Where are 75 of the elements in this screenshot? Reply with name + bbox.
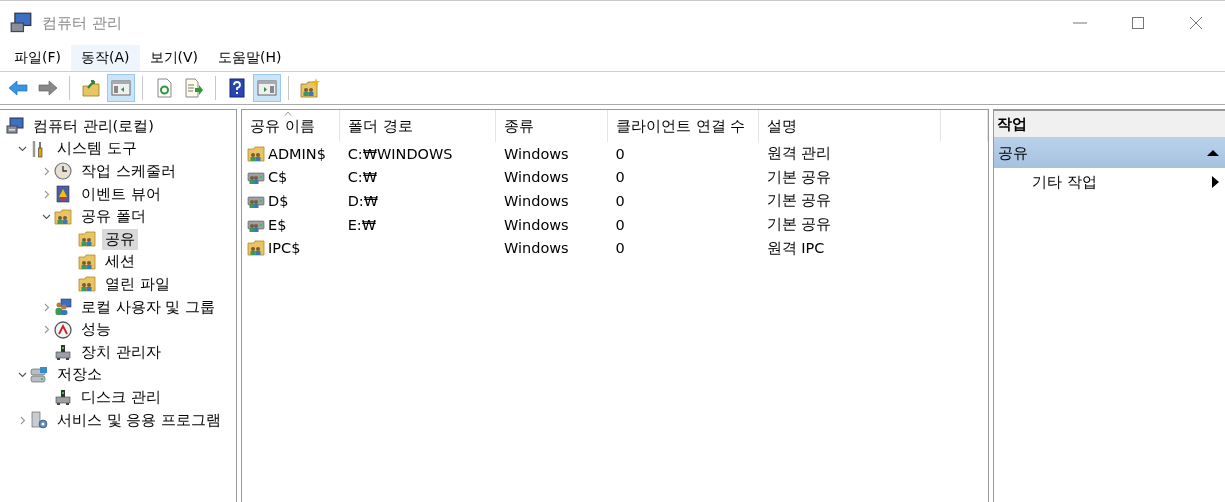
collapse-triangle-icon[interactable] [1207,149,1219,157]
table-cell: 0 [615,240,625,257]
table-cell: Windows [503,145,569,162]
computer-icon [6,117,24,136]
shared-folder-icon [78,230,96,249]
tree-item[interactable]: 이벤트 뷰어 [78,183,164,205]
tree-item[interactable]: 열린 파일 [102,273,173,295]
column-header[interactable]: 설명 [767,116,798,136]
table-cell: ADMIN$ [268,145,326,162]
shared-folder-icon [247,239,265,258]
collapse-chevron-icon[interactable] [41,212,51,222]
table-cell: Windows [503,193,569,209]
table-cell: 원격 관리 [766,145,832,162]
tree-item[interactable]: 디스크 관리 [78,386,164,408]
gauge-icon [54,320,72,339]
tree-item[interactable]: 서비스 및 응용 프로그램 [54,409,224,431]
actions-header: 작업 [994,111,1225,138]
tree-item[interactable]: 세션 [102,251,138,273]
actions-section-header[interactable]: 공유 [994,138,1225,168]
table-cell: C:₩ [347,169,377,186]
table-cell: 기본 공유 [766,168,832,185]
table-cell: 0 [615,193,625,209]
table-cell: Windows [503,169,569,186]
menu-item[interactable]: 동작(A) [71,45,140,71]
table-cell: C:₩WINDOWS [347,145,453,162]
shared-folder-icon [54,207,72,226]
tree-item[interactable]: 공유 폴더 [78,206,149,228]
maximize-icon [1131,16,1145,30]
table-cell: 원격 IPC [766,239,825,256]
table-cell: E:₩ [347,216,377,233]
computer-icon [10,12,32,34]
device-icon [54,388,72,407]
shared-folder-icon [78,275,96,294]
menu-item[interactable]: 보기(V) [139,45,208,71]
table-cell: 0 [615,216,625,233]
services-icon [30,411,48,429]
minimize-icon [1073,22,1087,24]
menu-item[interactable]: 파일(F) [4,45,71,71]
table-cell: IPC$ [268,240,301,257]
collapse-chevron-icon[interactable] [17,144,27,154]
table-cell: Windows [503,240,569,257]
tree-item[interactable]: 컴퓨터 관리(로컬) [30,115,157,137]
action-item[interactable]: 기타 작업 [994,168,1225,196]
tree-item[interactable]: 로컬 사용자 및 그룹 [78,296,218,318]
table-cell: 기본 공유 [766,192,832,209]
tree-item[interactable]: 작업 스케줄러 [78,161,179,182]
column-header[interactable]: 폴더 경로 [348,116,413,136]
table-cell: D$ [268,193,289,209]
table-cell: 기본 공유 [766,216,832,233]
storage-icon [30,365,48,384]
users-icon [54,298,72,317]
shared-folder-icon [247,144,265,163]
column-header[interactable]: 공유 이름 [250,116,315,136]
log-icon [54,185,72,204]
tree-item[interactable]: 시스템 도구 [54,138,140,160]
collapse-chevron-icon[interactable] [17,370,27,380]
table-cell: 0 [615,169,625,186]
tree-item[interactable]: 성능 [78,319,114,341]
window-title: 컴퓨터 관리 [42,13,123,33]
column-header[interactable]: 종류 [504,116,535,136]
table-cell: Windows [503,216,569,233]
table-cell: D:₩ [347,193,379,209]
close-icon [1189,16,1203,30]
tree-pane-button[interactable] [107,74,135,102]
shared-folder-icon [78,252,96,271]
table-cell: E$ [268,216,287,233]
column-header[interactable]: 클라이언트 연결 수 [616,116,746,136]
tree-item[interactable]: 공유 [102,228,138,250]
clock-icon [54,162,72,181]
device-icon [54,343,72,362]
menu-item[interactable]: 도움말(H) [208,45,292,71]
table-cell: C$ [268,169,288,186]
table-cell: 0 [615,145,625,162]
tree-item[interactable]: 장치 관리자 [78,341,164,363]
tree-item[interactable]: 저장소 [54,364,105,386]
